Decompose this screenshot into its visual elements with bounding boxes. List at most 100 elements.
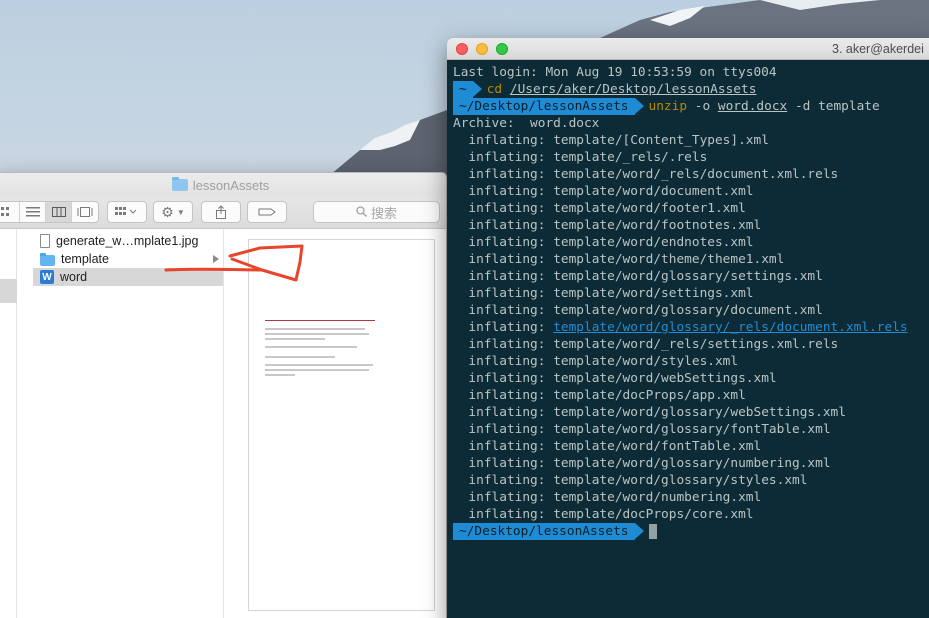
folder-name: template [61, 252, 109, 266]
view-mode-segmented-control[interactable] [0, 201, 99, 223]
inflate-line: inflating: template/word/settings.xml [453, 285, 929, 302]
inflate-line: inflating: template/word/glossary/fontTa… [453, 421, 929, 438]
gallery-view-icon[interactable] [72, 202, 98, 222]
finder-column-parent[interactable] [0, 229, 17, 618]
document-preview-thumbnail [248, 239, 435, 611]
inflating-label: inflating: [468, 456, 546, 471]
zoom-button[interactable] [496, 43, 508, 55]
inflated-path: template/word/numbering.xml [553, 490, 762, 505]
folder-row[interactable]: template [33, 250, 223, 268]
finder-titlebar[interactable]: lessonAssets [0, 173, 446, 197]
tag-button[interactable] [247, 201, 287, 223]
archive-line: Archive: word.docx [453, 116, 600, 131]
preview-text-line [265, 346, 357, 348]
inflated-path: template/word/glossary/numbering.xml [553, 456, 831, 471]
command-line-cd: ~ cd /Users/aker/Desktop/lessonAssets [453, 81, 929, 98]
command-name: cd [486, 82, 503, 97]
inflate-output: inflating: template/[Content_Types].xml … [453, 132, 929, 523]
inflated-path: template/docProps/app.xml [553, 388, 746, 403]
chevron-down-icon: ▼ [176, 207, 185, 217]
preview-text-line [265, 328, 365, 330]
inflated-path: template/word/theme/theme1.xml [553, 252, 785, 267]
inflating-label: inflating: [468, 490, 546, 505]
inflating-label: inflating: [468, 473, 546, 488]
inflated-path: template/word/styles.xml [553, 354, 739, 369]
inflating-label: inflating: [468, 320, 546, 335]
inflated-path: template/word/settings.xml [553, 286, 754, 301]
finder-toolbar: ⚙ ▼ 搜索 [0, 197, 446, 229]
word-icon: W [40, 270, 54, 284]
command-arg: word.docx [717, 99, 788, 114]
inflate-line: inflating: template/docProps/app.xml [453, 387, 929, 404]
finder-column-files[interactable]: generate_w…mplate1.jpg template W word [33, 229, 224, 618]
inflated-path: template/word/glossary/webSettings.xml [553, 405, 846, 420]
column-view-icon[interactable] [46, 202, 72, 222]
inflating-label: inflating: [468, 439, 546, 454]
inflate-line: inflating: template/word/endnotes.xml [453, 234, 929, 251]
preview-text-line [265, 364, 373, 366]
inflating-label: inflating: [468, 167, 546, 182]
inflated-path: template/word/_rels/settings.xml.rels [553, 337, 839, 352]
inflated-path: template/word/fontTable.xml [553, 439, 762, 454]
folder-icon [40, 252, 55, 266]
minimize-button[interactable] [476, 43, 488, 55]
inflating-label: inflating: [468, 388, 546, 403]
inflating-label: inflating: [468, 269, 546, 284]
inflating-label: inflating: [468, 201, 546, 216]
gear-icon: ⚙ [161, 203, 174, 220]
inflating-label: inflating: [468, 218, 546, 233]
inflate-line: inflating: template/word/webSettings.xml [453, 370, 929, 387]
inflating-label: inflating: [468, 133, 546, 148]
inflate-line: inflating: template/[Content_Types].xml [453, 132, 929, 149]
preview-text-line [265, 338, 325, 340]
prompt-segment: ~/Desktop/lessonAssets [453, 98, 643, 115]
inflated-path: template/[Content_Types].xml [553, 133, 769, 148]
inflated-path[interactable]: template/word/glossary/_rels/document.xm… [553, 319, 907, 336]
inflate-line: inflating: template/word/glossary/number… [453, 455, 929, 472]
inflated-path: template/word/_rels/document.xml.rels [553, 167, 839, 182]
disclosure-arrow-icon[interactable] [213, 255, 219, 263]
inflate-line: inflating: template/docProps/core.xml [453, 506, 929, 523]
terminal-window[interactable]: 3. aker@akerdei Last login: Mon Aug 19 1… [447, 38, 929, 618]
inflate-line: inflating: template/word/glossary/webSet… [453, 404, 929, 421]
command-arg: -d template [794, 99, 880, 114]
inflating-label: inflating: [468, 184, 546, 199]
terminal-titlebar[interactable]: 3. aker@akerdei [447, 38, 929, 60]
finder-column-browser: generate_w…mplate1.jpg template W word [0, 229, 446, 618]
share-icon [216, 205, 226, 219]
finder-title: lessonAssets [192, 177, 270, 193]
inflate-line: inflating: template/word/fontTable.xml [453, 438, 929, 455]
search-placeholder: 搜索 [370, 205, 397, 221]
inflated-path: template/word/document.xml [553, 184, 754, 199]
selected-parent-row[interactable] [0, 279, 17, 303]
action-gear-button[interactable]: ⚙ ▼ [153, 201, 193, 223]
final-prompt-line: ~/Desktop/lessonAssets [453, 523, 929, 540]
inflated-path: template/word/glossary/fontTable.xml [553, 422, 831, 437]
inflate-line: inflating: template/word/styles.xml [453, 353, 929, 370]
file-row[interactable]: generate_w…mplate1.jpg [33, 232, 223, 250]
prompt-segment: ~ [453, 81, 482, 98]
icon-view-icon[interactable] [0, 202, 20, 222]
terminal-cursor [648, 524, 657, 539]
inflated-path: template/word/endnotes.xml [553, 235, 754, 250]
inflate-line: inflating: template/word/footer1.xml [453, 200, 929, 217]
inflate-line: inflating: template/word/glossary/styles… [453, 472, 929, 489]
inflate-line: inflating: template/word/glossary/docume… [453, 302, 929, 319]
last-login-line: Last login: Mon Aug 19 10:53:59 on ttys0… [453, 65, 777, 80]
search-field[interactable]: 搜索 [313, 201, 440, 223]
share-button[interactable] [201, 201, 241, 223]
arrange-button[interactable] [107, 201, 147, 223]
inflate-line: inflating: template/word/_rels/document.… [453, 166, 929, 183]
finder-window[interactable]: lessonAssets ⚙ ▼ 搜索 generate_w…mplate1.j… [0, 172, 447, 618]
finder-preview-pane [224, 229, 446, 618]
preview-text-line [265, 333, 369, 335]
inflated-path: template/word/footnotes.xml [553, 218, 762, 233]
inflating-label: inflating: [468, 303, 546, 318]
inflate-line: inflating: template/word/glossary/_rels/… [453, 319, 929, 336]
close-button[interactable] [456, 43, 468, 55]
file-row-selected[interactable]: W word [33, 268, 223, 286]
command-flag: -o [694, 99, 711, 114]
image-file-icon [40, 234, 50, 248]
terminal-output[interactable]: Last login: Mon Aug 19 10:53:59 on ttys0… [447, 60, 929, 540]
list-view-icon[interactable] [20, 202, 46, 222]
